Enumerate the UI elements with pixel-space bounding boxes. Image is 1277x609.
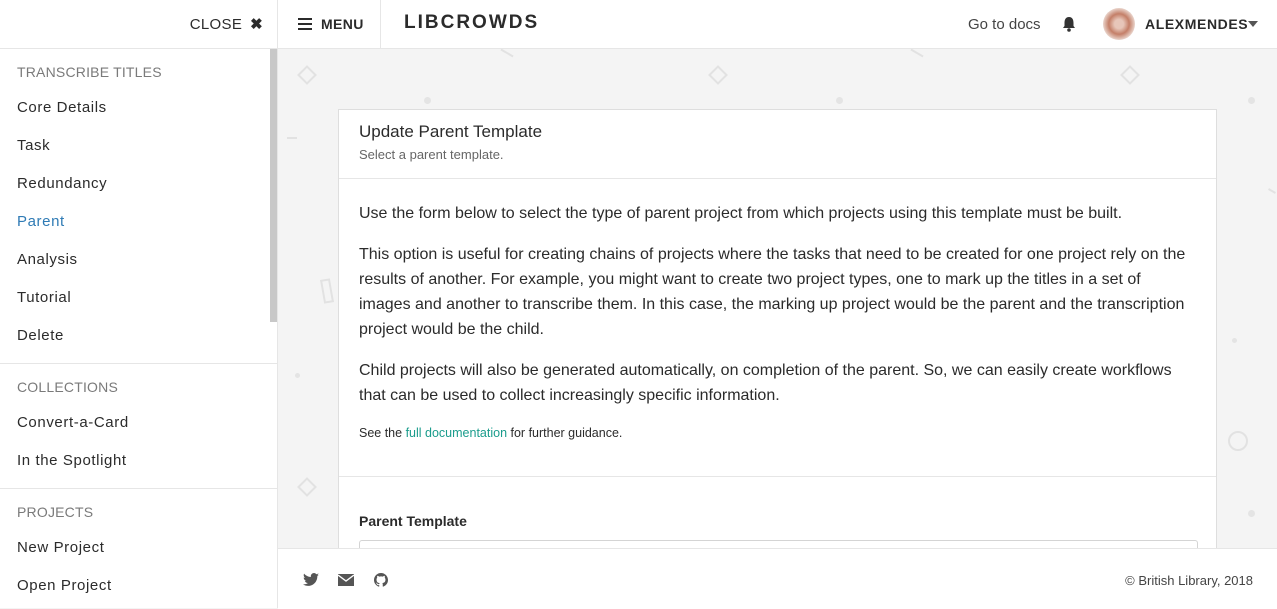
background-decoration bbox=[297, 477, 317, 497]
parent-template-card: Update Parent Template Select a parent t… bbox=[338, 109, 1217, 609]
sidebar-section-projects: PROJECTS New Project Open Project bbox=[0, 489, 277, 608]
background-decoration bbox=[1268, 188, 1276, 194]
background-decoration bbox=[287, 137, 297, 139]
close-label: CLOSE bbox=[189, 15, 243, 33]
sidebar-heading: COLLECTIONS bbox=[17, 379, 118, 395]
background-decoration bbox=[1248, 97, 1255, 104]
sidebar-item-open-project[interactable]: Open Project bbox=[0, 567, 277, 605]
sidebar-item-parent[interactable]: Parent bbox=[0, 203, 277, 241]
background-decoration bbox=[500, 48, 514, 58]
copyright-text: © British Library, 2018 bbox=[1125, 573, 1253, 588]
menu-button[interactable]: MENU bbox=[278, 0, 381, 48]
username-dropdown[interactable]: ALEXMENDES bbox=[1145, 16, 1248, 32]
sidebar-header: CLOSE ✖ bbox=[0, 0, 277, 49]
avatar[interactable] bbox=[1103, 8, 1135, 40]
description-paragraph: Use the form below to select the type of… bbox=[359, 205, 1123, 222]
twitter-icon[interactable] bbox=[303, 573, 319, 587]
background-decoration bbox=[1228, 431, 1248, 451]
guidance-suffix: for further guidance. bbox=[507, 426, 623, 440]
card-header: Update Parent Template Select a parent t… bbox=[339, 110, 1216, 179]
sidebar-heading: PROJECTS bbox=[17, 504, 94, 520]
hamburger-icon bbox=[298, 18, 312, 30]
background-decoration bbox=[1248, 510, 1255, 517]
top-bar: MENU LIBCROWDS Go to docs ALEXMENDES bbox=[278, 0, 1277, 49]
sidebar-item-redundancy[interactable]: Redundancy bbox=[0, 165, 277, 203]
sidebar-item-tutorial[interactable]: Tutorial bbox=[0, 279, 277, 317]
background-decoration bbox=[910, 48, 924, 58]
sidebar-item-in-the-spotlight[interactable]: In the Spotlight bbox=[0, 442, 277, 480]
github-icon[interactable] bbox=[373, 573, 389, 587]
card-body: Use the form below to select the type of… bbox=[339, 179, 1216, 477]
background-decoration bbox=[319, 278, 335, 304]
sidebar-heading: TRANSCRIBE TITLES bbox=[17, 64, 162, 80]
sidebar-item-task[interactable]: Task bbox=[0, 127, 277, 165]
menu-label: MENU bbox=[321, 16, 364, 32]
background-decoration bbox=[1120, 65, 1140, 85]
page-title: Update Parent Template bbox=[359, 122, 543, 141]
sidebar: CLOSE ✖ TRANSCRIBE TITLES Core Details T… bbox=[0, 0, 278, 608]
sidebar-item-delete[interactable]: Delete bbox=[0, 317, 277, 355]
page-subtitle: Select a parent template. bbox=[359, 147, 504, 162]
bell-icon[interactable] bbox=[1060, 15, 1078, 33]
full-documentation-link[interactable]: full documentation bbox=[406, 426, 507, 440]
sidebar-section-collections: COLLECTIONS Convert-a-Card In the Spotli… bbox=[0, 364, 277, 489]
background-decoration bbox=[708, 65, 728, 85]
sidebar-item-convert-a-card[interactable]: Convert-a-Card bbox=[0, 404, 277, 442]
chevron-down-icon[interactable] bbox=[1248, 21, 1258, 27]
sidebar-item-core-details[interactable]: Core Details bbox=[0, 89, 277, 127]
description-paragraph: Child projects will also be generated au… bbox=[359, 362, 1172, 404]
brand-logo[interactable]: LIBCROWDS bbox=[404, 12, 539, 34]
sidebar-scrollbar[interactable] bbox=[270, 49, 277, 322]
description-paragraph: This option is useful for creating chain… bbox=[359, 246, 1186, 338]
background-decoration bbox=[836, 97, 843, 104]
guidance-text: See the full documentation for further g… bbox=[359, 426, 1196, 440]
guidance-prefix: See the bbox=[359, 426, 406, 440]
sidebar-item-new-project[interactable]: New Project bbox=[0, 529, 277, 567]
background-decoration bbox=[424, 97, 431, 104]
background-decoration bbox=[295, 373, 300, 378]
close-sidebar-button[interactable]: CLOSE ✖ bbox=[189, 15, 263, 34]
background-decoration bbox=[1232, 338, 1237, 343]
footer: © British Library, 2018 bbox=[278, 548, 1277, 609]
close-icon: ✖ bbox=[250, 16, 263, 33]
sidebar-item-analysis[interactable]: Analysis bbox=[0, 241, 277, 279]
parent-template-label: Parent Template bbox=[359, 513, 467, 529]
email-icon[interactable] bbox=[338, 573, 354, 587]
sidebar-section-transcribe-titles: TRANSCRIBE TITLES Core Details Task Redu… bbox=[0, 49, 277, 364]
docs-link[interactable]: Go to docs bbox=[968, 16, 1041, 33]
background-decoration bbox=[297, 65, 317, 85]
